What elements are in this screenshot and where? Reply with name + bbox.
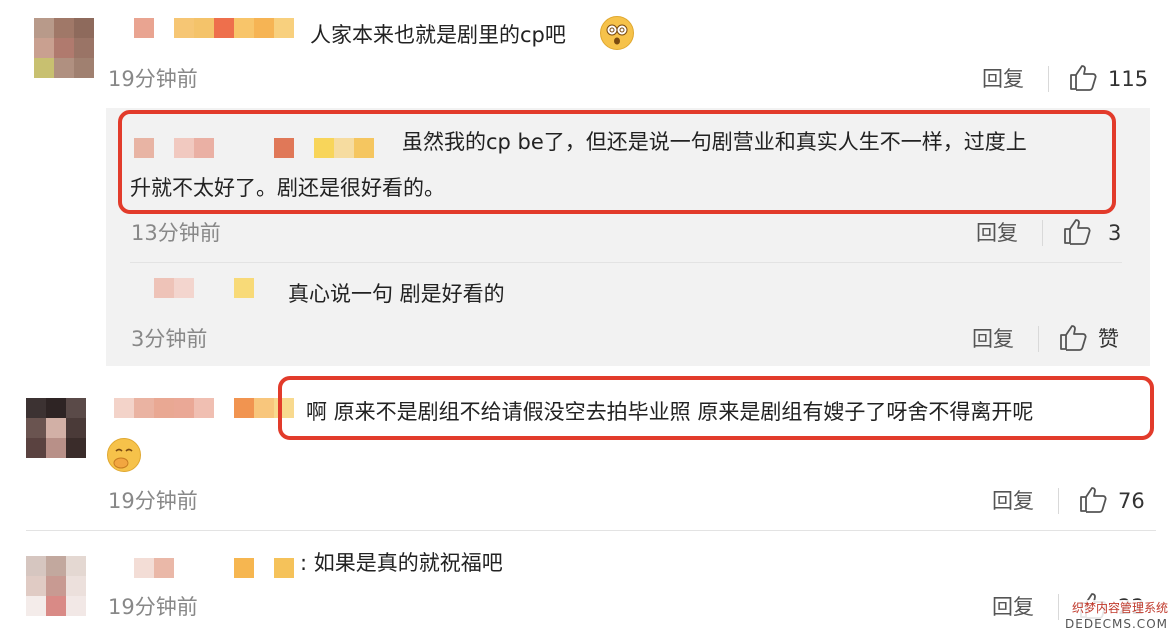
divider — [1048, 66, 1049, 92]
highlight-box — [278, 376, 1154, 440]
reply-button[interactable]: 回复 — [982, 66, 1024, 92]
like-count: 115 — [1108, 67, 1149, 91]
divider — [1042, 220, 1043, 246]
comment-text: : 如果是真的就祝福吧 — [300, 551, 503, 575]
comment-time: 19分钟前 — [108, 595, 198, 619]
reply-button[interactable]: 回复 — [992, 594, 1034, 620]
highlight-box — [118, 110, 1116, 214]
comment-text: 人家本来也就是剧里的cp吧 — [310, 23, 566, 47]
avatar[interactable] — [26, 556, 86, 616]
reply-text: 真心说一句 剧是好看的 — [288, 282, 505, 306]
username-blurred[interactable] — [134, 18, 294, 38]
reply-button[interactable]: 回复 — [976, 220, 1018, 246]
divider — [1058, 594, 1059, 620]
watermark-line2: DEDECMS.COM — [1063, 616, 1170, 632]
reply-button[interactable]: 回复 — [972, 326, 1014, 352]
reply-button[interactable]: 回复 — [992, 488, 1034, 514]
divider — [26, 530, 1156, 531]
divider — [1038, 326, 1039, 352]
avatar[interactable] — [34, 18, 94, 78]
reply-time: 3分钟前 — [131, 327, 208, 351]
watermark: 织梦内容管理系统 DEDECMS.COM — [1063, 600, 1170, 632]
thumbs-up-icon[interactable] — [1058, 322, 1088, 352]
divider — [130, 262, 1122, 263]
avatar[interactable] — [26, 398, 86, 458]
like-count: 3 — [1108, 221, 1122, 245]
like-count: 76 — [1118, 489, 1145, 513]
like-label: 赞 — [1098, 327, 1119, 351]
thumbs-up-icon[interactable] — [1078, 484, 1108, 514]
username-blurred[interactable] — [114, 398, 294, 418]
thumbs-up-icon[interactable] — [1068, 62, 1098, 92]
thumbs-up-icon[interactable] — [1062, 216, 1092, 246]
username-blurred[interactable] — [134, 558, 294, 578]
username-blurred[interactable] — [154, 278, 254, 298]
divider — [1058, 488, 1059, 514]
covering-mouth-emoji-icon — [107, 438, 141, 472]
dizzy-face-emoji-icon — [600, 16, 634, 50]
reply-time: 13分钟前 — [131, 221, 221, 245]
watermark-line1: 织梦内容管理系统 — [1063, 600, 1170, 616]
comment-time: 19分钟前 — [108, 489, 198, 513]
comment-time: 19分钟前 — [108, 67, 198, 91]
